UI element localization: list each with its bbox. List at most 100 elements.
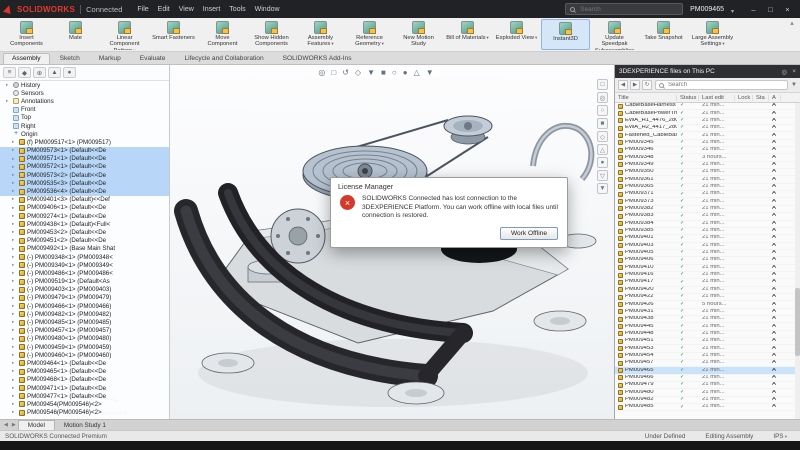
viewport-tool-icon[interactable]: ■ xyxy=(381,69,386,77)
file-row[interactable]: EWA_H2_4417_2800 21 min... A xyxy=(615,125,800,132)
file-row[interactable]: PM009448 21 min... A xyxy=(615,331,800,338)
ribbon-button[interactable]: Show Hidden Components xyxy=(247,19,296,50)
feature-tree-item[interactable]: (-) PM009459<1> (PM009459) xyxy=(0,343,169,351)
file-row[interactable]: PM009451 21 min... A xyxy=(615,338,800,345)
command-search-box[interactable] xyxy=(565,3,683,15)
feature-tree-item[interactable]: (-) PM009466<1> (PM009466) xyxy=(0,302,169,310)
expand-arrow-icon[interactable] xyxy=(12,148,17,153)
expand-arrow-icon[interactable] xyxy=(12,222,17,227)
viewport-tool-icon[interactable]: ◇ xyxy=(355,69,361,77)
ribbon-button[interactable]: Move Component xyxy=(198,19,247,50)
side-tool-icon[interactable]: ▽ xyxy=(597,170,608,181)
expand-arrow-icon[interactable] xyxy=(6,99,11,104)
close-icon[interactable]: × xyxy=(792,68,796,75)
file-row[interactable]: PM009371 21 min... A xyxy=(615,191,800,198)
expand-arrow-icon[interactable] xyxy=(12,288,17,293)
ribbon-button[interactable]: New Motion Study xyxy=(394,19,443,50)
ribbon-button[interactable]: Take Snapshot xyxy=(639,19,688,50)
ribbon-button[interactable]: Mate xyxy=(51,19,100,50)
expand-arrow-icon[interactable] xyxy=(12,279,17,284)
menu-item[interactable]: Edit xyxy=(158,6,170,13)
file-row[interactable]: PM009431 21 min... A xyxy=(615,309,800,316)
dropdown-arrow-icon[interactable] xyxy=(330,41,333,47)
ribbon-button[interactable]: Instant3D xyxy=(541,19,590,50)
ribbon-button[interactable]: Bill of Materials xyxy=(443,19,492,50)
file-row[interactable]: CableBasePowerTrunk 21 min... A xyxy=(615,110,800,117)
feature-tree-item[interactable]: (-) PM009482<1> (PM009482) xyxy=(0,310,169,318)
side-tool-icon[interactable]: ● xyxy=(597,157,608,168)
tab-scroll-right-icon[interactable]: ▶ xyxy=(10,420,18,430)
files-search-input[interactable] xyxy=(666,81,784,89)
side-tool-icon[interactable]: ◎ xyxy=(597,92,608,103)
column-header[interactable]: Lock xyxy=(735,95,753,101)
side-tool-icon[interactable]: ◇ xyxy=(597,131,608,142)
close-button[interactable] xyxy=(779,0,796,18)
feature-tree-item[interactable]: PM009571<1> (Default<<De xyxy=(0,155,169,163)
feature-tree-item[interactable]: Origin xyxy=(0,130,169,138)
column-header[interactable]: Title xyxy=(615,95,677,101)
commandmanager-tab[interactable]: Markup xyxy=(90,53,130,64)
commandmanager-tab[interactable]: Sketch xyxy=(51,53,89,64)
file-row[interactable]: Fastened_CableBasePower... 21 min... A xyxy=(615,132,800,139)
feature-tree-item[interactable]: (-) PM009403<1> (PM009403) xyxy=(0,286,169,294)
files-tool-icon[interactable]: ▶ xyxy=(630,80,640,90)
work-offline-button[interactable]: Work Offline xyxy=(500,227,558,240)
expand-arrow-icon[interactable] xyxy=(12,255,17,260)
commandmanager-tab[interactable]: Evaluate xyxy=(131,53,175,64)
tree-tab-icon[interactable]: ◆ xyxy=(18,67,31,78)
menu-item[interactable]: Tools xyxy=(229,6,245,13)
viewport-tool-icon[interactable]: □ xyxy=(331,69,336,77)
menu-item[interactable]: File xyxy=(137,6,148,13)
file-row[interactable]: PM009365 21 min... A xyxy=(615,184,800,191)
ribbon-button[interactable]: Smart Fasteners xyxy=(149,19,198,50)
ribbon-button[interactable]: Reference Geometry xyxy=(345,19,394,50)
search-icon[interactable]: ◎ xyxy=(782,68,788,76)
status-item[interactable]: Under Defined xyxy=(645,433,686,440)
ribbon-button[interactable]: Assembly Features xyxy=(296,19,345,50)
minimize-button[interactable] xyxy=(745,0,762,18)
file-row[interactable]: CableBaseHarnessTrunk 21 min... A xyxy=(615,103,800,110)
file-row[interactable]: PM009482 21 min... A xyxy=(615,397,800,404)
feature-tree-item[interactable]: Right xyxy=(0,122,169,130)
feature-tree-item[interactable]: (-) PM009485<1> (PM009485) xyxy=(0,318,169,326)
expand-arrow-icon[interactable] xyxy=(12,157,17,162)
menu-item[interactable]: View xyxy=(179,6,194,13)
expand-arrow-icon[interactable] xyxy=(12,320,17,325)
file-row[interactable]: PM009349 21 min... A xyxy=(615,162,800,169)
expand-arrow-icon[interactable] xyxy=(12,345,17,350)
feature-tree-item[interactable]: (-) PM009519<1> (Default<As xyxy=(0,278,169,286)
expand-arrow-icon[interactable] xyxy=(12,206,17,211)
file-row[interactable]: PM009361 21 min... A xyxy=(615,176,800,183)
tree-tab-icon[interactable]: ● xyxy=(63,67,76,78)
expand-arrow-icon[interactable] xyxy=(12,394,17,399)
collapse-ribbon-icon[interactable] xyxy=(786,19,798,50)
menu-item[interactable]: Insert xyxy=(203,6,221,13)
expand-arrow-icon[interactable] xyxy=(12,369,17,374)
file-row[interactable]: PM009422 21 min... A xyxy=(615,294,800,301)
expand-arrow-icon[interactable] xyxy=(12,214,17,219)
dropdown-arrow-icon[interactable] xyxy=(534,35,537,41)
expand-arrow-icon[interactable] xyxy=(12,263,17,268)
column-header[interactable]: Sta xyxy=(753,95,769,101)
feature-tree-item[interactable]: (-) PM009479<1> (PM009479) xyxy=(0,294,169,302)
commandmanager-tab[interactable]: Assembly xyxy=(3,53,50,64)
files-scrollbar[interactable] xyxy=(795,103,800,419)
column-header[interactable]: Last edit xyxy=(699,95,735,101)
chevron-down-icon[interactable] xyxy=(731,0,734,18)
expand-arrow-icon[interactable] xyxy=(12,304,17,309)
feature-tree-item[interactable]: PM009477<1> (Default<<De xyxy=(0,392,169,400)
filter-icon[interactable]: ▼ xyxy=(791,82,797,88)
expand-arrow-icon[interactable] xyxy=(12,402,17,407)
expand-arrow-icon[interactable] xyxy=(12,140,17,145)
maximize-button[interactable] xyxy=(762,0,779,18)
file-row[interactable]: PM009420 21 min... A xyxy=(615,287,800,294)
document-tab[interactable]: Model xyxy=(18,420,55,430)
file-row[interactable]: EWA_H1_4476_2800 21 min... A xyxy=(615,118,800,125)
expand-arrow-icon[interactable] xyxy=(12,189,17,194)
column-header[interactable]: Status xyxy=(677,95,699,101)
feature-tree-item[interactable]: PM009492<1> (Base Main Shat xyxy=(0,245,169,253)
file-row[interactable]: PM009485 21 min... A xyxy=(615,404,800,411)
feature-tree-item[interactable]: PM009535<3> (Default<<De xyxy=(0,179,169,187)
feature-tree-item[interactable]: PM009465<1> (Default<<De xyxy=(0,368,169,376)
feature-tree-item[interactable]: (-) PM009457<1> (PM009457) xyxy=(0,327,169,335)
